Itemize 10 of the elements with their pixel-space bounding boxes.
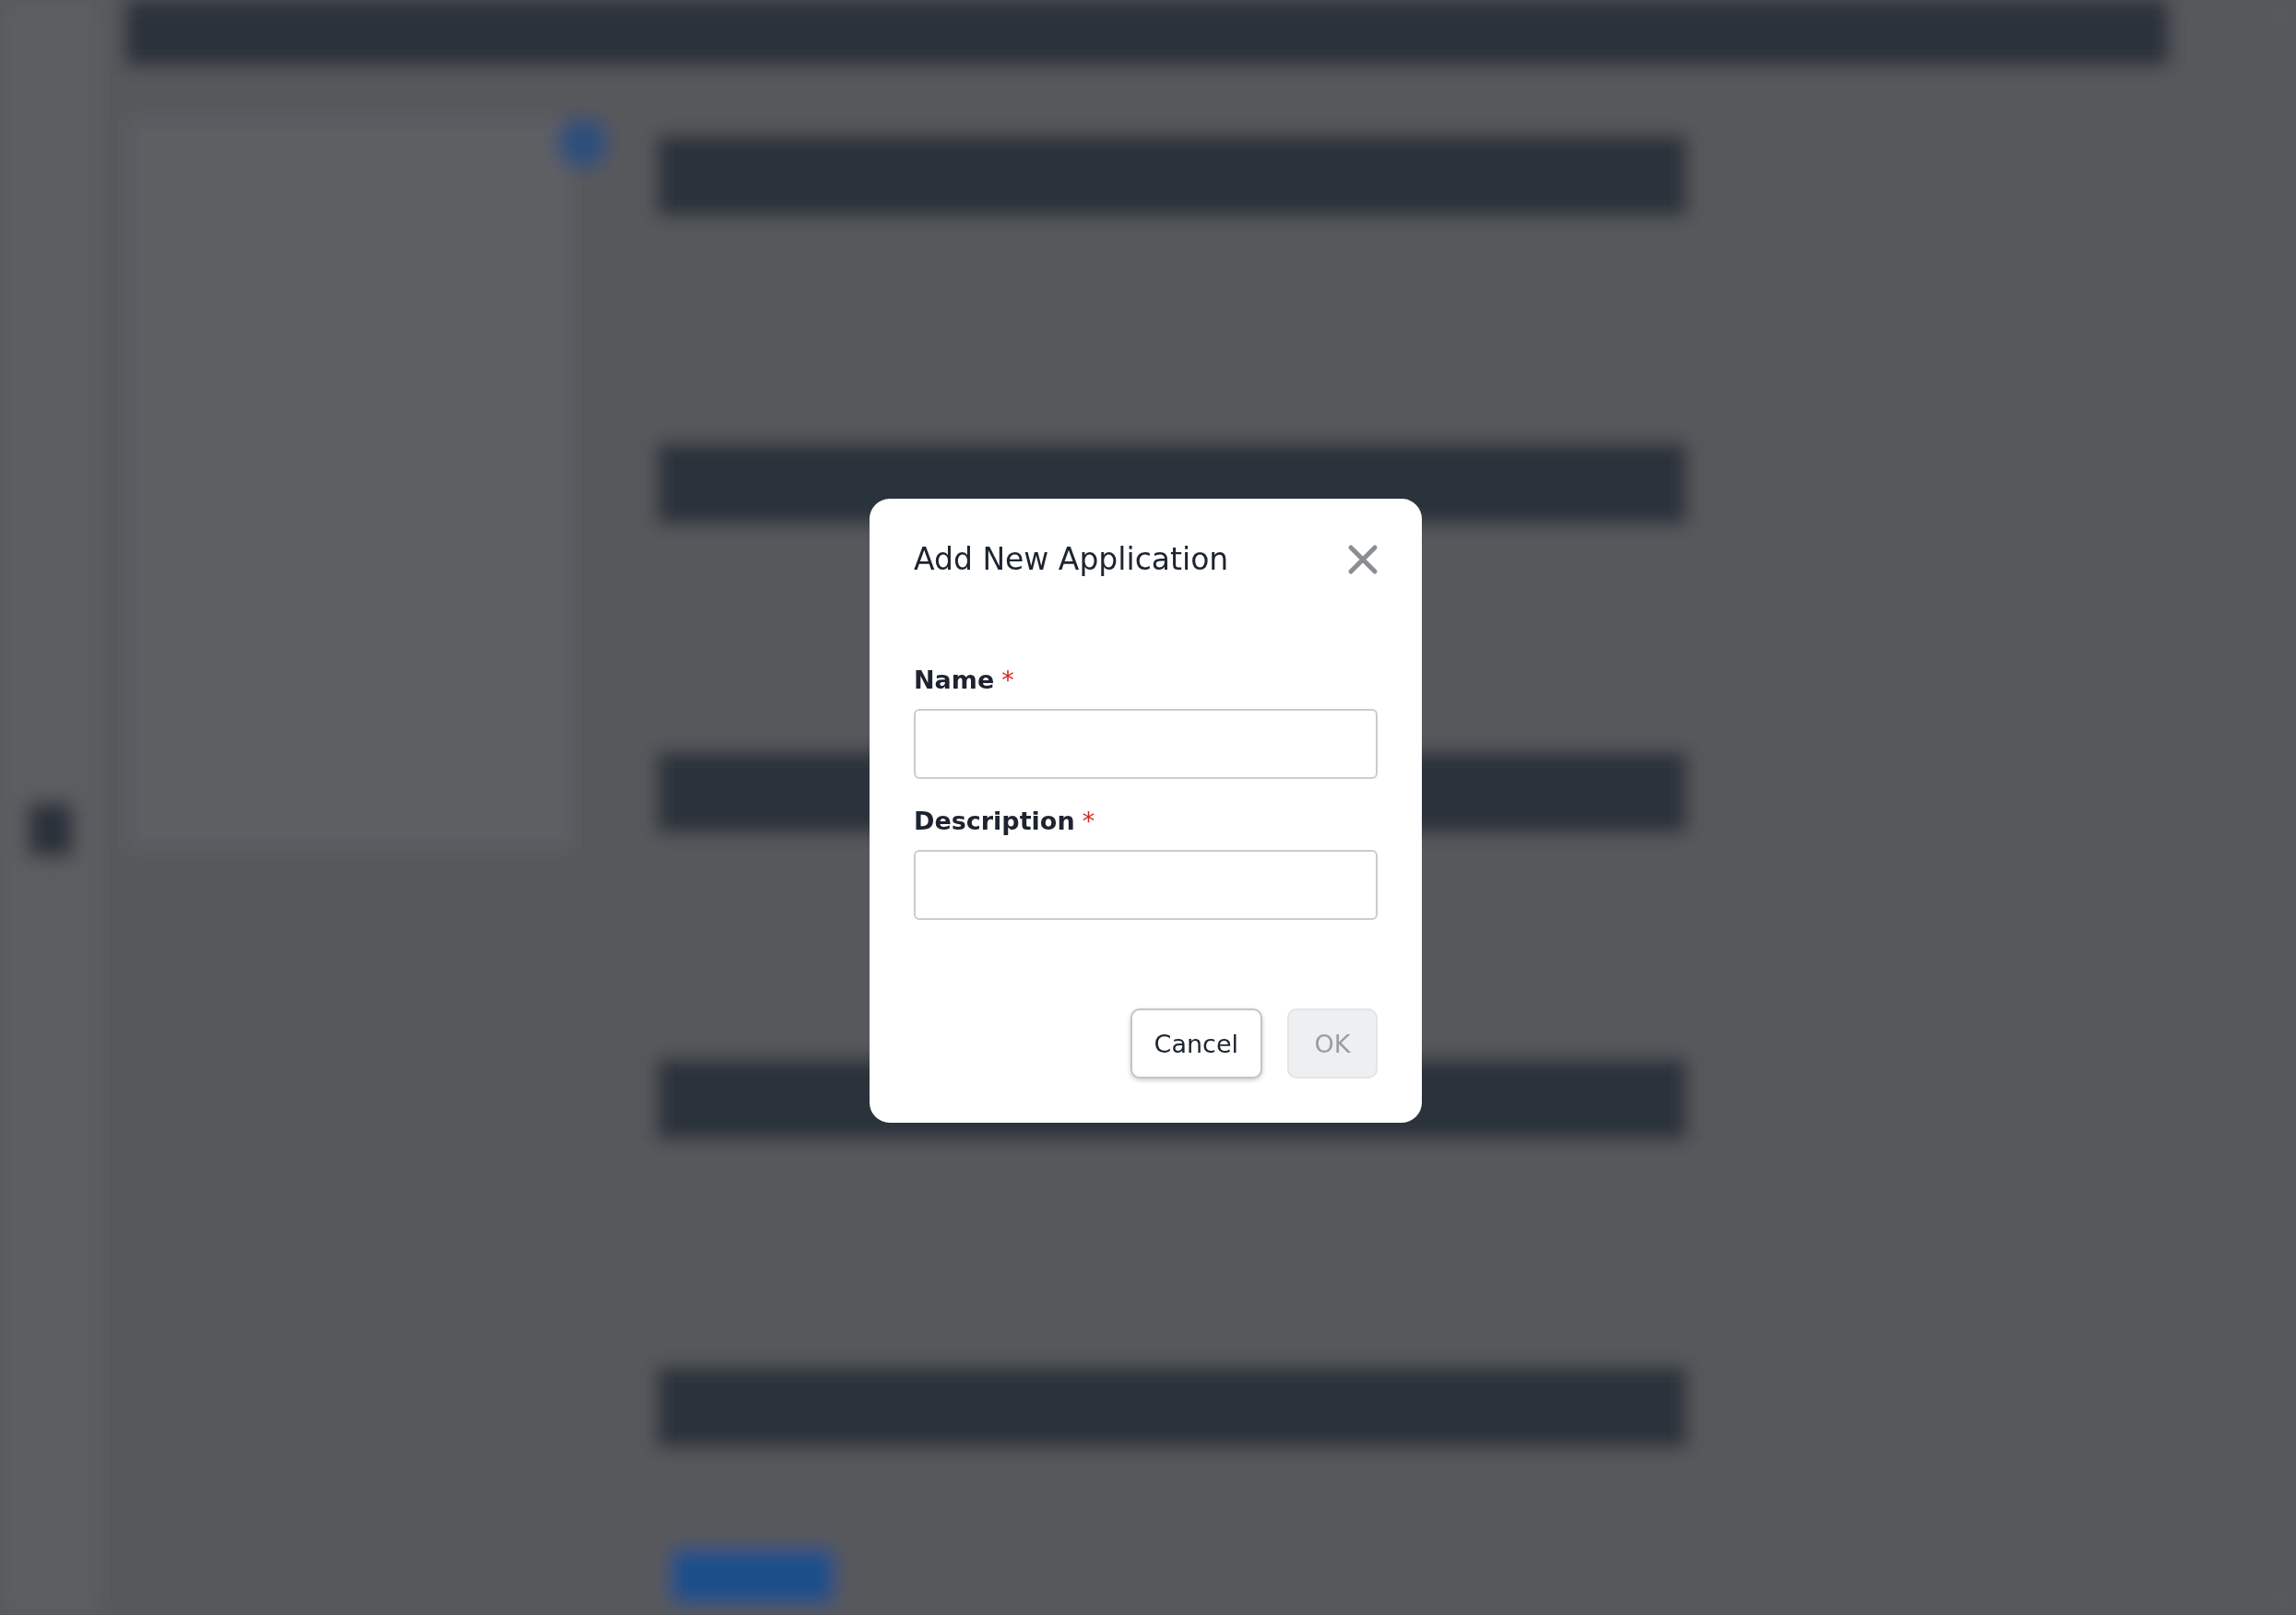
close-icon (1347, 543, 1379, 575)
input-field[interactable] (914, 850, 1378, 920)
field-label: Name (914, 666, 995, 694)
input-field[interactable] (914, 709, 1378, 779)
dialog-title: Add New Application (914, 541, 1229, 577)
cancel-button[interactable]: Cancel (1130, 1008, 1262, 1079)
required-mark: * (1082, 807, 1095, 835)
required-mark: * (1001, 666, 1014, 694)
close-button[interactable] (1347, 543, 1379, 575)
field-label: Description (914, 807, 1075, 835)
